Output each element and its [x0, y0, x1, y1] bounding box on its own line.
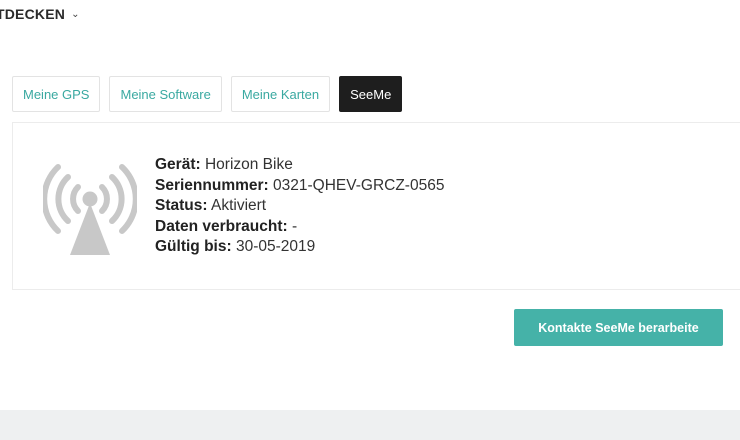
- device-label: Gerät:: [155, 156, 201, 173]
- status-row: Status: Aktiviert: [155, 196, 444, 217]
- serial-row: Seriennummer: 0321-QHEV-GRCZ-0565: [155, 176, 444, 197]
- device-row: Gerät: Horizon Bike: [155, 155, 444, 176]
- top-nav-menu[interactable]: TDECKEN ⌄: [0, 6, 80, 22]
- valid-until-row: Gültig bis: 30-05-2019: [155, 237, 444, 258]
- footer-band: [0, 410, 740, 440]
- status-label: Status:: [155, 197, 208, 214]
- edit-seeme-contacts-button[interactable]: Kontakte SeeMe berarbeite: [514, 309, 723, 346]
- status-value: Aktiviert: [207, 197, 267, 214]
- tab-bar: Meine GPS Meine Software Meine Karten Se…: [12, 76, 403, 112]
- serial-label: Seriennummer:: [155, 176, 269, 194]
- chevron-down-icon: ⌄: [71, 9, 80, 20]
- data-used-label: Daten verbraucht:: [155, 217, 288, 235]
- data-used-value: -: [287, 217, 298, 235]
- device-value: Horizon Bike: [200, 156, 293, 173]
- device-info: Gerät: Horizon Bike Seriennummer: 0321-Q…: [155, 155, 444, 258]
- valid-until-label: Gültig bis:: [155, 238, 232, 255]
- tab-meine-software[interactable]: Meine Software: [109, 76, 222, 112]
- tab-meine-gps[interactable]: Meine GPS: [12, 76, 101, 112]
- serial-value: 0321-QHEV-GRCZ-0565: [268, 176, 445, 194]
- data-used-row: Daten verbraucht: -: [155, 217, 444, 238]
- tab-meine-karten[interactable]: Meine Karten: [230, 76, 331, 112]
- antenna-signal-icon: [43, 164, 137, 255]
- device-card: Gerät: Horizon Bike Seriennummer: 0321-Q…: [12, 122, 740, 290]
- tab-seeme[interactable]: SeeMe: [339, 76, 403, 112]
- valid-until-value: 30-05-2019: [231, 238, 316, 255]
- top-nav-label: TDECKEN: [0, 6, 66, 22]
